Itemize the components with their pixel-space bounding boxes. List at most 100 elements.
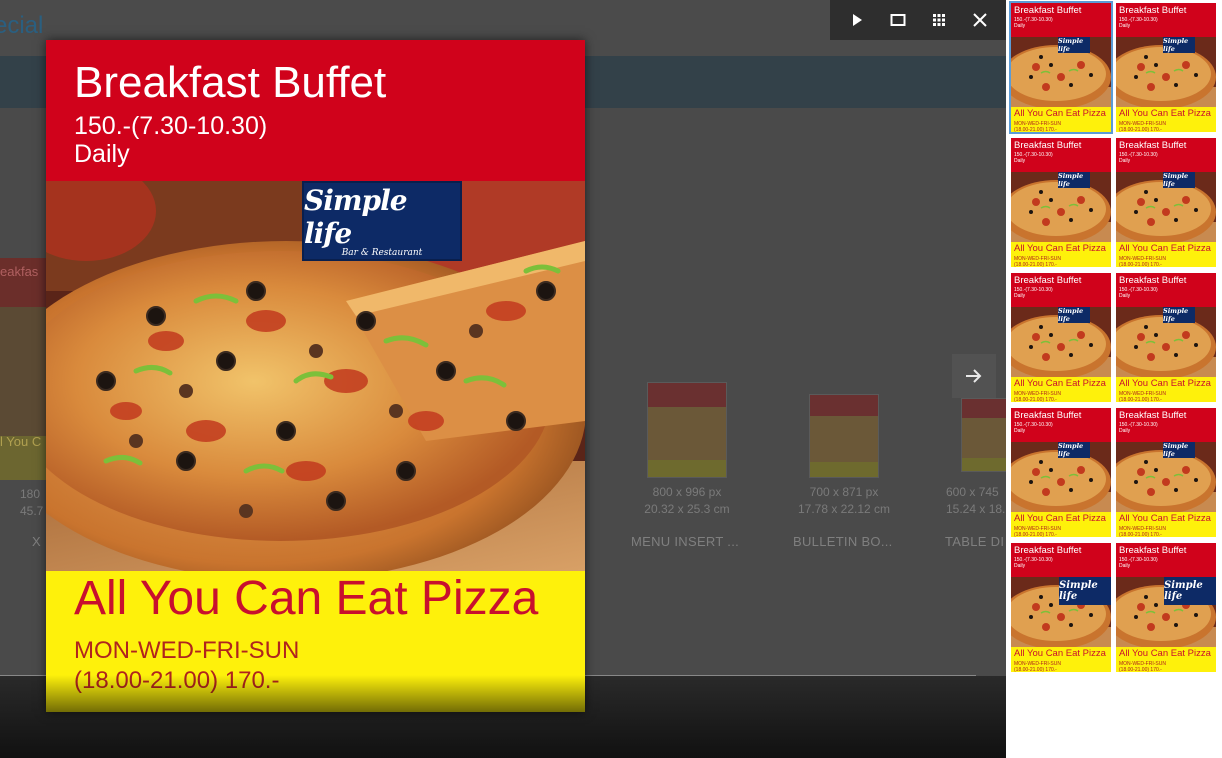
close-icon — [972, 13, 987, 27]
thumbnail-frequency: Daily — [1119, 428, 1131, 434]
poster-thumbnail[interactable]: Breakfast Buffet 150.-(7.30-10.30) Daily Si… — [1116, 408, 1216, 537]
play-button[interactable] — [841, 4, 873, 36]
thumbnail-price: (18.00-21.00) 170.- — [1014, 667, 1057, 672]
thumbnail-title: Breakfast Buffet — [1014, 140, 1082, 151]
thumbnail-headline: All You Can Eat Pizza — [1119, 513, 1211, 524]
background-card-label: TABLE DI — [945, 534, 1005, 549]
poster-days: MON-WED-FRI-SUN — [74, 637, 300, 664]
thumbnail-footer: All You Can Eat Pizza MON-WED-FRI-SUN (18.… — [1011, 377, 1111, 402]
arrow-right-icon — [966, 369, 982, 383]
thumbnail-logo: Simple life — [1058, 307, 1090, 323]
thumbnail-headline: All You Can Eat Pizza — [1119, 648, 1211, 659]
thumbnail-title: Breakfast Buffet — [1119, 410, 1187, 421]
background-left-card-title: eakfas — [0, 264, 39, 279]
thumbnail-photo: Simple life — [1116, 307, 1216, 377]
thumbnail-frequency: Daily — [1119, 563, 1131, 569]
logo-subtitle: Bar & Restaurant — [341, 248, 423, 258]
thumbnail-frequency: Daily — [1014, 23, 1026, 29]
thumbnail-price: (18.00-21.00) 170.- — [1014, 127, 1057, 132]
thumbnail-logo: Simple life — [1163, 307, 1195, 323]
pizza-photo: Simple life Bar & Restaurant — [46, 181, 585, 571]
thumbnail-logo: Simple life — [1059, 577, 1111, 605]
thumbnail-panel: Breakfast Buffet 150.-(7.30-10.30) Daily Si… — [1006, 0, 1222, 758]
thumbnail-frequency: Daily — [1014, 293, 1026, 299]
thumbnail-headline: All You Can Eat Pizza — [1119, 378, 1211, 389]
background-card-label: BULLETIN BO... — [793, 534, 893, 549]
background-card-thumb — [809, 394, 879, 478]
thumbnail-photo: Simple life — [1011, 307, 1111, 377]
thumbnail-footer: All You Can Eat Pizza MON-WED-FRI-SUN (18.… — [1116, 242, 1216, 267]
thumbnail-photo: Simple life — [1116, 37, 1216, 107]
thumbnail-footer: All You Can Eat Pizza MON-WED-FRI-SUN (18.… — [1011, 242, 1111, 267]
thumbnail-footer: All You Can Eat Pizza MON-WED-FRI-SUN (18.… — [1116, 647, 1216, 672]
thumbnail-headline: All You Can Eat Pizza — [1014, 378, 1106, 389]
thumbnail-logo: Simple life — [1163, 37, 1195, 53]
thumbnail-logo: Simple life — [1058, 442, 1090, 458]
poster-title: Breakfast Buffet — [74, 58, 387, 107]
poster-thumbnail[interactable]: Breakfast Buffet 150.-(7.30-10.30) Daily Si… — [1116, 138, 1216, 267]
poster-bottom-fade — [46, 675, 585, 712]
poster-preview: Breakfast Buffet 150.-(7.30-10.30) Daily — [46, 40, 585, 712]
poster-thumbnail[interactable]: Breakfast Buffet 150.-(7.30-10.30) Daily Si… — [1011, 543, 1111, 672]
thumbnail-title: Breakfast Buffet — [1014, 545, 1082, 556]
thumbnail-photo: Simple life — [1116, 172, 1216, 242]
background-left-card-headline: l You C — [0, 434, 42, 449]
thumbnail-price: (18.00-21.00) 170.- — [1119, 532, 1162, 537]
background-left-card-dims: 180 45.7 — [20, 487, 44, 518]
thumbnail-frequency: Daily — [1014, 158, 1026, 164]
poster-thumbnail[interactable]: Breakfast Buffet 150.-(7.30-10.30) Daily Si… — [1011, 273, 1111, 402]
thumbnail-logo: Simple life — [1164, 577, 1216, 605]
thumbnail-logo: Simple life — [1058, 172, 1090, 188]
thumbnail-header: Breakfast Buffet 150.-(7.30-10.30) Daily — [1116, 273, 1216, 307]
thumbnail-footer: All You Can Eat Pizza MON-WED-FRI-SUN (18.… — [1011, 512, 1111, 537]
poster-thumbnail[interactable]: Breakfast Buffet 150.-(7.30-10.30) Daily Si… — [1116, 273, 1216, 402]
grid-icon — [932, 14, 945, 26]
poster-frequency: Daily — [74, 140, 130, 168]
preview-stage: ecial eakfas l You C 180 45.7 X 800 x 99… — [0, 0, 1222, 758]
thumbnail-title: Breakfast Buffet — [1014, 275, 1082, 286]
poster-thumbnail[interactable]: Breakfast Buffet 150.-(7.30-10.30) Daily Si… — [1011, 138, 1111, 267]
thumbnail-headline: All You Can Eat Pizza — [1014, 243, 1106, 254]
thumbnail-title: Breakfast Buffet — [1119, 140, 1187, 151]
thumbnail-price: (18.00-21.00) 170.- — [1119, 262, 1162, 267]
thumbnail-photo: Simple life — [1011, 577, 1111, 647]
viewer-toolbar — [830, 0, 1006, 40]
thumbnail-frequency: Daily — [1014, 563, 1026, 569]
thumbnail-title: Breakfast Buffet — [1014, 410, 1082, 421]
thumbnail-price: (18.00-21.00) 170.- — [1014, 532, 1057, 537]
thumbnail-frequency: Daily — [1119, 293, 1131, 299]
thumbnail-header: Breakfast Buffet 150.-(7.30-10.30) Daily — [1116, 543, 1216, 577]
thumbnail-header: Breakfast Buffet 150.-(7.30-10.30) Daily — [1116, 138, 1216, 172]
thumbnail-price: (18.00-21.00) 170.- — [1014, 262, 1057, 267]
background-card-thumb — [961, 398, 1006, 472]
background-left-card-label: X — [32, 534, 41, 549]
background-page-title: ecial — [0, 12, 44, 39]
background-card-label: MENU INSERT ... — [631, 534, 740, 549]
poster-header: Breakfast Buffet 150.-(7.30-10.30) Daily — [46, 40, 585, 181]
thumbnail-title: Breakfast Buffet — [1119, 545, 1187, 556]
next-slide-button[interactable] — [952, 354, 996, 398]
thumbnail-logo: Simple life — [1163, 442, 1195, 458]
poster-thumbnail[interactable]: Breakfast Buffet 150.-(7.30-10.30) Daily Si… — [1116, 3, 1216, 132]
thumbnail-headline: All You Can Eat Pizza — [1014, 513, 1106, 524]
thumbnail-price: (18.00-21.00) 170.- — [1119, 127, 1162, 132]
play-icon — [852, 14, 862, 26]
thumbnail-photo: Simple life — [1011, 37, 1111, 107]
thumbnail-price: (18.00-21.00) 170.- — [1014, 397, 1057, 402]
thumbnail-photo: Simple life — [1011, 442, 1111, 512]
poster-thumbnail[interactable]: Breakfast Buffet 150.-(7.30-10.30) Daily Si… — [1116, 543, 1216, 672]
thumbnail-title: Breakfast Buffet — [1119, 275, 1187, 286]
poster-time: 150.-(7.30-10.30) — [74, 112, 268, 140]
thumbnail-footer: All You Can Eat Pizza MON-WED-FRI-SUN (18.… — [1116, 377, 1216, 402]
thumbnail-logo: Simple life — [1163, 172, 1195, 188]
poster-thumbnail[interactable]: Breakfast Buffet 150.-(7.30-10.30) Daily Si… — [1011, 408, 1111, 537]
fit-screen-button[interactable] — [882, 4, 914, 36]
grid-view-button[interactable] — [923, 4, 955, 36]
thumbnail-photo: Simple life — [1011, 172, 1111, 242]
thumbnail-header: Breakfast Buffet 150.-(7.30-10.30) Daily — [1011, 273, 1111, 307]
thumbnail-frequency: Daily — [1119, 23, 1131, 29]
restaurant-logo: Simple life Bar & Restaurant — [302, 181, 462, 261]
poster-thumbnail[interactable]: Breakfast Buffet 150.-(7.30-10.30) Daily Si… — [1009, 1, 1113, 134]
close-button[interactable] — [964, 4, 996, 36]
thumbnail-header: Breakfast Buffet 150.-(7.30-10.30) Daily — [1011, 408, 1111, 442]
